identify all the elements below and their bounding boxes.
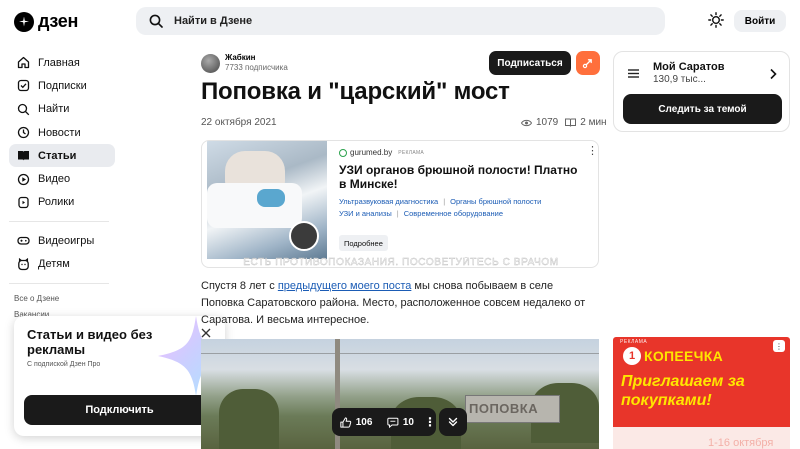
more-options-icon[interactable]: ⋮ bbox=[424, 416, 436, 428]
reactions-bar: 106 10 ⋮ bbox=[332, 408, 436, 436]
previous-post-link[interactable]: предыдущего моего поста bbox=[278, 280, 412, 292]
comment-icon[interactable] bbox=[387, 416, 399, 429]
ad-brand: 1 КОПЕЕЧКА bbox=[623, 347, 723, 365]
search-icon bbox=[17, 103, 30, 115]
ad-domain[interactable]: gurumed.by РЕКЛАМА bbox=[339, 148, 424, 157]
scroll-down-button[interactable] bbox=[439, 408, 467, 436]
ad-link[interactable]: Ультразвуковая диагностика bbox=[339, 197, 438, 206]
sidebar-item-kids[interactable]: Детям bbox=[9, 252, 115, 275]
dzen-logo-icon bbox=[14, 11, 34, 32]
logo-text: дзен bbox=[38, 11, 79, 31]
clips-icon bbox=[18, 196, 29, 209]
promo-subtitle: С подпиской Дзен Про bbox=[27, 361, 101, 368]
topic-card: Мой Саратов 130,9 тыс... Следить за темо… bbox=[613, 51, 790, 132]
paragraph-text: Спустя 8 лет с bbox=[201, 280, 278, 292]
connect-pro-button[interactable]: Подключить bbox=[24, 395, 215, 425]
sidebar-item-search[interactable]: Найти bbox=[9, 98, 115, 121]
chevron-right-icon[interactable] bbox=[769, 68, 777, 80]
video-icon bbox=[17, 173, 30, 185]
brand-number: 1 bbox=[623, 347, 641, 365]
ad-headline[interactable]: УЗИ органов брюшной полости! Платно в Ми… bbox=[339, 163, 579, 191]
share-icon bbox=[582, 59, 592, 69]
like-icon[interactable] bbox=[340, 416, 352, 429]
brand-name: КОПЕЕЧКА bbox=[644, 348, 724, 364]
views-count: 1079 bbox=[536, 117, 559, 128]
topic-subscribers: 130,9 тыс... bbox=[653, 74, 706, 85]
article-stats: 1079 2 мин bbox=[521, 117, 607, 128]
author-avatar[interactable] bbox=[201, 53, 220, 73]
subscriptions-icon bbox=[17, 80, 30, 92]
follow-topic-button[interactable]: Следить за темой bbox=[623, 94, 782, 124]
side-ad-label: РЕКЛАМА bbox=[620, 339, 648, 345]
side-ad-headline: Приглашаем за покупками! bbox=[621, 373, 745, 409]
author-name[interactable]: Жабкин bbox=[225, 53, 288, 63]
sidebar-item-news[interactable]: Новости bbox=[9, 121, 115, 144]
ad-link[interactable]: Современное оборудование bbox=[404, 209, 503, 218]
sidebar-item-label: Видео bbox=[38, 173, 71, 186]
search-icon bbox=[149, 14, 163, 28]
sun-icon bbox=[708, 12, 724, 28]
news-icon bbox=[17, 126, 30, 139]
sidebar-item-label: Главная bbox=[38, 56, 80, 69]
dzen-logo[interactable]: дзен bbox=[14, 11, 78, 32]
sidebar-item-label: Новости bbox=[38, 126, 81, 139]
dzen-pro-promo-popup: Статьи и видео без рекламы С подпиской Д… bbox=[14, 316, 225, 436]
menu-lines-icon bbox=[628, 69, 639, 78]
sidebar-divider bbox=[9, 282, 109, 284]
sidebar-item-subscriptions[interactable]: Подписки bbox=[9, 74, 115, 97]
village-sign-text: ПОПОВКА bbox=[469, 401, 539, 416]
ad-link[interactable]: УЗИ и анализы bbox=[339, 209, 392, 218]
theme-toggle-button[interactable] bbox=[707, 11, 725, 29]
side-ad-banner[interactable]: РЕКЛАМА ⋮ 1 КОПЕЕЧКА Приглашаем за покуп… bbox=[613, 337, 790, 449]
sidebar-item-label: Статьи bbox=[38, 149, 77, 162]
top-header: дзен Найти в Дзене Войти bbox=[0, 0, 800, 42]
ad-domain-text: gurumed.by bbox=[350, 148, 393, 157]
ad-menu-icon[interactable]: ⋮ bbox=[587, 146, 598, 157]
sidebar-item-videogames[interactable]: Видеоигры bbox=[9, 229, 115, 252]
side-ad-date: 1-16 октября bbox=[708, 437, 774, 449]
topic-title[interactable]: Мой Саратов bbox=[653, 61, 724, 73]
sidebar-item-clips[interactable]: Ролики bbox=[9, 191, 115, 214]
login-button[interactable]: Войти bbox=[734, 10, 786, 32]
author-block[interactable]: Жабкин 7733 подписчика bbox=[201, 53, 288, 73]
comments-count: 10 bbox=[402, 416, 414, 428]
read-time: 2 мин bbox=[580, 117, 607, 128]
subscribe-button[interactable]: Подписаться bbox=[489, 51, 571, 75]
sidebar-item-label: Детям bbox=[38, 258, 70, 271]
share-button[interactable] bbox=[576, 51, 600, 75]
ad-link[interactable]: Органы брюшной полости bbox=[450, 197, 541, 206]
gamepad-icon bbox=[17, 237, 30, 245]
article-paragraph: Спустя 8 лет с предыдущего моего поста м… bbox=[201, 278, 599, 329]
sidebar-item-label: Подписки bbox=[38, 79, 87, 92]
sidebar-item-home[interactable]: Главная bbox=[9, 51, 115, 74]
author-subscribers: 7733 подписчика bbox=[225, 63, 288, 72]
articles-icon bbox=[18, 151, 29, 161]
sidebar-divider bbox=[9, 221, 109, 223]
eye-icon bbox=[521, 119, 532, 126]
ad-more-button[interactable]: Подробнее bbox=[339, 235, 388, 251]
sidebar-item-articles[interactable]: Статьи bbox=[9, 144, 115, 168]
home-icon bbox=[17, 56, 30, 69]
search-placeholder: Найти в Дзене bbox=[174, 15, 253, 27]
likes-count: 106 bbox=[355, 416, 373, 428]
ad-links: Ультразвуковая диагностика | Органы брюшно… bbox=[339, 197, 542, 218]
sidebar-item-label: Найти bbox=[38, 103, 70, 116]
double-chevron-down-icon bbox=[448, 417, 458, 427]
about-dzen-link[interactable]: Все о Дзене bbox=[14, 291, 115, 307]
sidebar-item-video[interactable]: Видео bbox=[9, 167, 115, 190]
inline-ad-banner[interactable]: gurumed.by РЕКЛАМА ⋮ УЗИ органов брюшной… bbox=[201, 140, 599, 268]
article-date: 22 октября 2021 bbox=[201, 117, 277, 128]
sidebar-item-label: Видеоигры bbox=[38, 234, 95, 247]
kids-icon bbox=[18, 257, 29, 270]
favicon-icon bbox=[339, 148, 347, 157]
ad-menu-icon[interactable]: ⋮ bbox=[773, 340, 785, 352]
ad-image[interactable] bbox=[207, 141, 327, 259]
search-input[interactable]: Найти в Дзене bbox=[136, 7, 665, 35]
ad-label: РЕКЛАМА bbox=[398, 149, 425, 156]
article-title: Поповка и "царский" мост bbox=[201, 78, 510, 105]
ad-disclaimer: ЕСТЬ ПРОТИВОПОКАЗАНИЯ. ПОСОВЕТУЙТЕСЬ С В… bbox=[243, 257, 559, 268]
sidebar-item-label: Ролики bbox=[38, 196, 75, 209]
book-icon bbox=[565, 118, 577, 127]
sidebar: Главная Подписки Найти Новости Статьи Ви… bbox=[9, 51, 115, 323]
